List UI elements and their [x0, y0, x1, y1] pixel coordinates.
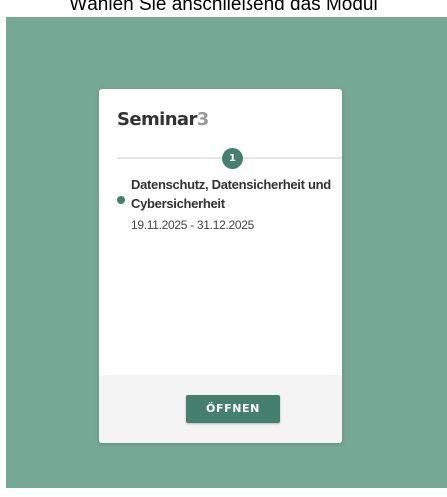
card-footer: ÖFFNEN: [99, 375, 342, 443]
module-status-dot: [117, 196, 125, 204]
seminar-title: Seminar3: [117, 109, 209, 131]
module-dates: 19.11.2025 - 31.12.2025: [131, 218, 254, 232]
seminar-card: Seminar3 1 Datenschutz, Datensicherheit …: [99, 89, 342, 443]
step-indicator: 1: [222, 148, 243, 169]
module-title: Datenschutz, Datensicherheit und Cybersi…: [131, 177, 331, 211]
seminar-title-label: Seminar: [117, 109, 197, 130]
open-button[interactable]: ÖFFNEN: [186, 395, 280, 423]
seminar-title-number: 3: [196, 109, 210, 130]
instruction-text: Wählen Sie anschließend das Modul: [69, 0, 378, 15]
